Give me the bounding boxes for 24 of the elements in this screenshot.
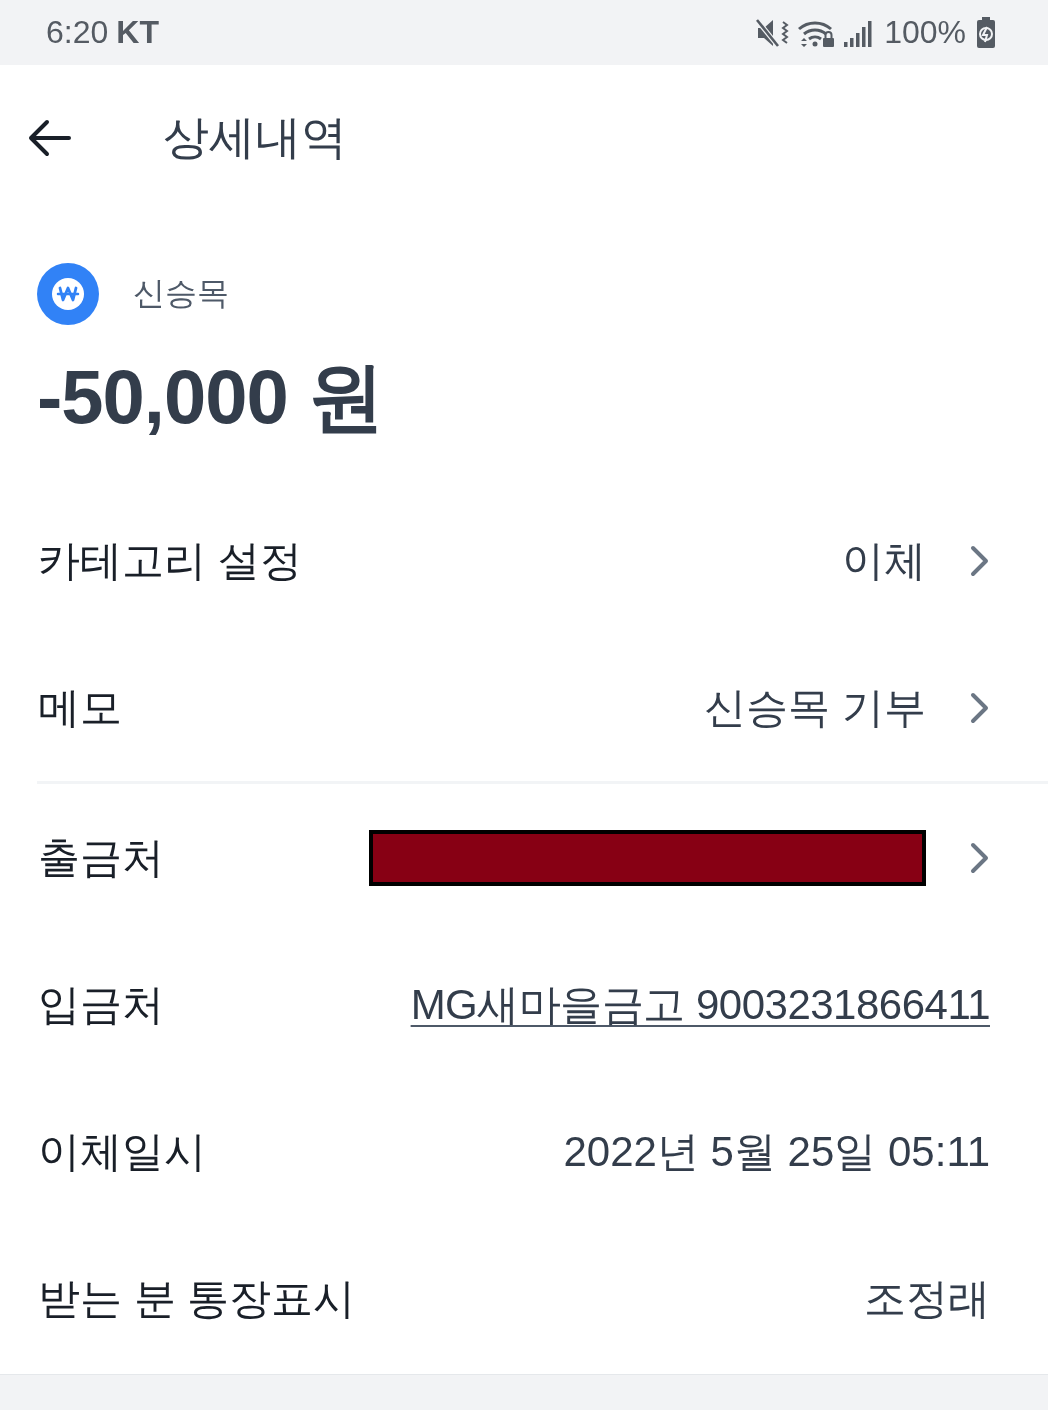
transaction-amount: -50,000 원 <box>37 353 383 441</box>
battery-charging-icon <box>976 16 996 49</box>
field-label: 출금처 <box>38 832 164 883</box>
field-label: 입금처 <box>38 979 164 1030</box>
muted-speaker-icon <box>756 17 791 48</box>
field-value: 조정래 <box>864 1273 990 1324</box>
battery-percent: 100% <box>884 14 966 51</box>
chevron-right-icon[interactable] <box>970 841 990 874</box>
field-label: 카테고리 설정 <box>38 535 302 586</box>
field-value: 2022년 5월 25일 05:11 <box>563 1126 990 1177</box>
chevron-right-icon[interactable] <box>970 544 990 577</box>
page-title: 상세내역 <box>163 109 347 165</box>
field-label: 이체일시 <box>38 1126 206 1177</box>
carrier-name: KT <box>116 14 159 51</box>
field-value[interactable]: 신승목 기부 <box>704 679 926 736</box>
status-time: 6:20 <box>46 14 109 51</box>
field-label: 받는 분 통장표시 <box>38 1273 356 1324</box>
field-label: 메모 <box>38 682 122 733</box>
back-arrow-icon <box>27 117 71 158</box>
chevron-right-icon[interactable] <box>970 691 990 724</box>
field-value[interactable]: 이체 <box>842 532 926 589</box>
account-link[interactable]: MG새마을금고 9003231866411 <box>410 976 990 1033</box>
won-coin-icon <box>37 263 99 325</box>
account-name: 신승목 <box>133 274 229 313</box>
